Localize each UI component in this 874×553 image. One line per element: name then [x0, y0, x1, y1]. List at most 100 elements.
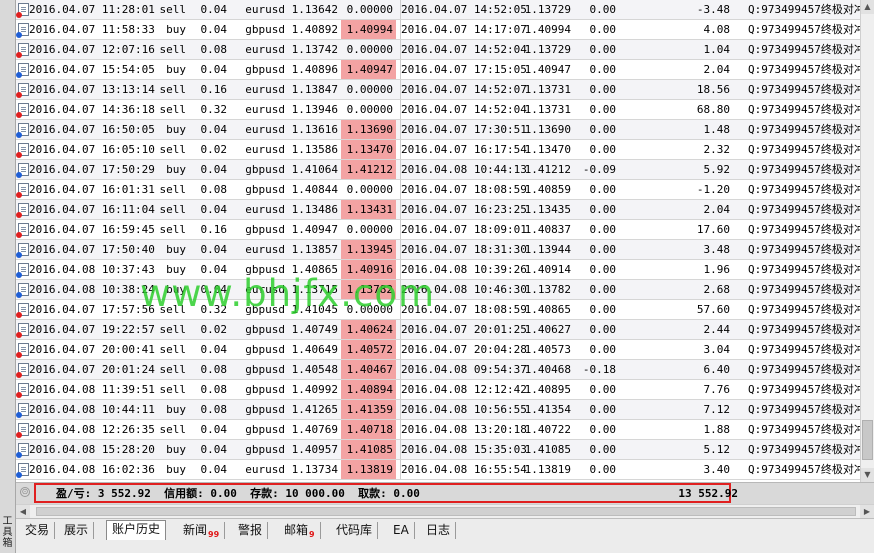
open-price-cell: 1.40896 — [291, 63, 338, 76]
table-row[interactable]: 2016.04.07 16:11:04 sell 0.04 eurusd 1.13486… — [16, 200, 860, 220]
tab-label: 交易 — [25, 523, 50, 537]
close-time-cell: 2016.04.07 16:23:25 — [401, 203, 527, 216]
column-divider — [400, 280, 401, 299]
table-row[interactable]: 2016.04.07 11:28:01 sell 0.04 eurusd 1.13642… — [16, 0, 860, 20]
close-time-cell: 2016.04.07 20:01:25 — [401, 323, 527, 336]
type-cell: sell — [159, 223, 187, 236]
tab-1[interactable]: 展示 — [59, 522, 95, 539]
close-time-cell: 2016.04.08 10:56:55 — [401, 403, 527, 416]
close-price-cell: 1.13731 — [524, 103, 571, 116]
profit-cell: 5.12 — [703, 443, 731, 456]
symbol-cell: eurusd — [245, 3, 285, 16]
open-time-cell: 2016.04.07 16:11:04 — [29, 203, 155, 216]
table-row[interactable]: 2016.04.07 13:13:14 sell 0.16 eurusd 1.13847… — [16, 80, 860, 100]
stop-loss-cell: 1.41359 — [341, 400, 396, 419]
swap-cell: 0.00 — [589, 103, 617, 116]
volume-cell: 0.04 — [200, 203, 228, 216]
close-price-cell: 1.41212 — [524, 163, 571, 176]
open-price-cell: 1.41265 — [291, 403, 338, 416]
table-row[interactable]: 2016.04.07 14:36:18 sell 0.32 eurusd 1.13946… — [16, 100, 860, 120]
volume-cell: 0.04 — [200, 423, 228, 436]
open-price-cell: 1.13857 — [291, 243, 338, 256]
history-table: 2016.04.07 11:28:01 sell 0.04 eurusd 1.13642… — [16, 0, 860, 482]
vertical-scroll-thumb[interactable] — [862, 420, 873, 460]
close-time-cell: 2016.04.08 13:20:18 — [401, 423, 527, 436]
swap-cell: 0.00 — [589, 403, 617, 416]
tab-4[interactable]: 警报 — [233, 522, 269, 539]
close-price-cell: 1.40994 — [524, 23, 571, 36]
column-divider — [400, 260, 401, 279]
stop-loss-cell: 0.00000 — [346, 183, 393, 196]
close-price-cell: 1.41085 — [524, 443, 571, 456]
table-row[interactable]: 2016.04.08 12:26:35 sell 0.04 gbpusd 1.40769… — [16, 420, 860, 440]
swap-cell: 0.00 — [589, 83, 617, 96]
table-row[interactable]: 2016.04.07 20:01:24 sell 0.08 gbpusd 1.40548… — [16, 360, 860, 380]
column-divider — [400, 160, 401, 179]
close-time-cell: 2016.04.07 20:04:28 — [401, 343, 527, 356]
tab-8[interactable]: 日志 — [421, 522, 457, 539]
symbol-cell: gbpusd — [245, 263, 285, 276]
swap-cell: 0.00 — [589, 423, 617, 436]
open-time-cell: 2016.04.07 20:01:24 — [29, 363, 155, 376]
type-cell: buy — [166, 463, 186, 476]
scroll-right-arrow-icon[interactable]: ▶ — [860, 505, 874, 518]
horizontal-scrollbar[interactable]: ◀ ▶ — [16, 504, 874, 518]
scroll-down-arrow-icon[interactable]: ▼ — [861, 468, 874, 482]
open-time-cell: 2016.04.08 11:39:51 — [29, 383, 155, 396]
table-row[interactable]: 2016.04.07 15:54:05 buy 0.04 gbpusd 1.40896 1… — [16, 60, 860, 80]
table-row[interactable]: 2016.04.07 12:07:16 sell 0.08 eurusd 1.13742… — [16, 40, 860, 60]
table-row[interactable]: 2016.04.07 16:59:45 sell 0.16 gbpusd 1.40947… — [16, 220, 860, 240]
swap-cell: 0.00 — [589, 3, 617, 16]
open-time-cell: 2016.04.07 20:00:41 — [29, 343, 155, 356]
table-row[interactable]: 2016.04.07 16:05:10 sell 0.02 eurusd 1.13586… — [16, 140, 860, 160]
profit-cell: -3.48 — [696, 3, 730, 16]
table-row[interactable]: 2016.04.08 11:39:51 sell 0.08 gbpusd 1.40992… — [16, 380, 860, 400]
table-row[interactable]: 2016.04.07 16:01:31 sell 0.08 gbpusd 1.40844… — [16, 180, 860, 200]
column-divider — [400, 20, 401, 39]
stop-loss-cell: 1.40572 — [341, 340, 396, 359]
table-row[interactable]: 2016.04.08 16:02:36 buy 0.04 eurusd 1.13734 1… — [16, 460, 860, 480]
tab-0[interactable]: 交易 — [20, 522, 56, 539]
tab-7[interactable]: EA — [388, 522, 415, 539]
horizontal-scroll-thumb[interactable] — [36, 507, 856, 516]
close-price-cell: 1.40837 — [524, 223, 571, 236]
close-time-cell: 2016.04.08 10:44:13 — [401, 163, 527, 176]
type-cell: sell — [159, 83, 187, 96]
tab-2[interactable]: 账户历史 — [106, 520, 167, 540]
open-time-cell: 2016.04.07 13:13:14 — [29, 83, 155, 96]
volume-cell: 0.02 — [200, 323, 228, 336]
swap-cell: 0.00 — [589, 203, 617, 216]
comment-cell: Q:973499457终极对冲[s] — [748, 63, 860, 76]
vertical-scrollbar[interactable]: ▲ ▼ — [860, 0, 874, 482]
table-row[interactable]: 2016.04.08 10:44:11 buy 0.08 gbpusd 1.41265 1… — [16, 400, 860, 420]
table-row[interactable]: 2016.04.08 10:38:24 buy 0.04 eurusd 1.13715 1… — [16, 280, 860, 300]
scroll-up-arrow-icon[interactable]: ▲ — [861, 0, 874, 14]
terminal-side-label: 工具箱 — [2, 516, 13, 549]
table-row[interactable]: 2016.04.07 16:50:05 buy 0.04 eurusd 1.13616 1… — [16, 120, 860, 140]
symbol-cell: gbpusd — [245, 223, 285, 236]
column-divider — [400, 80, 401, 99]
table-row[interactable]: 2016.04.07 17:50:29 buy 0.04 gbpusd 1.41064 1… — [16, 160, 860, 180]
comment-cell: Q:973499457终极对冲[s] — [748, 443, 860, 456]
open-price-cell: 1.40892 — [291, 23, 338, 36]
close-time-cell: 2016.04.07 14:52:05 — [401, 3, 527, 16]
table-row[interactable]: 2016.04.07 11:58:33 buy 0.04 gbpusd 1.40892 1… — [16, 20, 860, 40]
column-divider — [400, 60, 401, 79]
close-price-cell: 1.13690 — [524, 123, 571, 136]
tab-3[interactable]: 新闻99 — [178, 522, 226, 539]
comment-cell: Q:973499457终极对冲[s] — [748, 383, 860, 396]
table-row[interactable]: 2016.04.07 17:50:40 buy 0.04 eurusd 1.13857 1… — [16, 240, 860, 260]
scroll-left-arrow-icon[interactable]: ◀ — [16, 505, 30, 518]
open-price-cell: 1.40992 — [291, 383, 338, 396]
comment-cell: Q:973499457终极对冲[s] — [748, 223, 860, 236]
tab-6[interactable]: 代码库 — [331, 522, 379, 539]
open-price-cell: 1.41045 — [291, 303, 338, 316]
tab-5[interactable]: 邮箱9 — [279, 522, 321, 539]
table-row[interactable]: 2016.04.07 19:22:57 sell 0.02 gbpusd 1.40749… — [16, 320, 860, 340]
profit-cell: 2.68 — [703, 283, 731, 296]
comment-cell: Q:973499457终极对冲[s] — [748, 463, 860, 476]
table-row[interactable]: 2016.04.08 15:28:20 buy 0.04 gbpusd 1.40957 1… — [16, 440, 860, 460]
table-row[interactable]: 2016.04.07 17:57:56 sell 0.32 gbpusd 1.41045… — [16, 300, 860, 320]
table-row[interactable]: 2016.04.07 20:00:41 sell 0.04 gbpusd 1.40649… — [16, 340, 860, 360]
table-row[interactable]: 2016.04.08 10:37:43 buy 0.04 gbpusd 1.40865 1… — [16, 260, 860, 280]
